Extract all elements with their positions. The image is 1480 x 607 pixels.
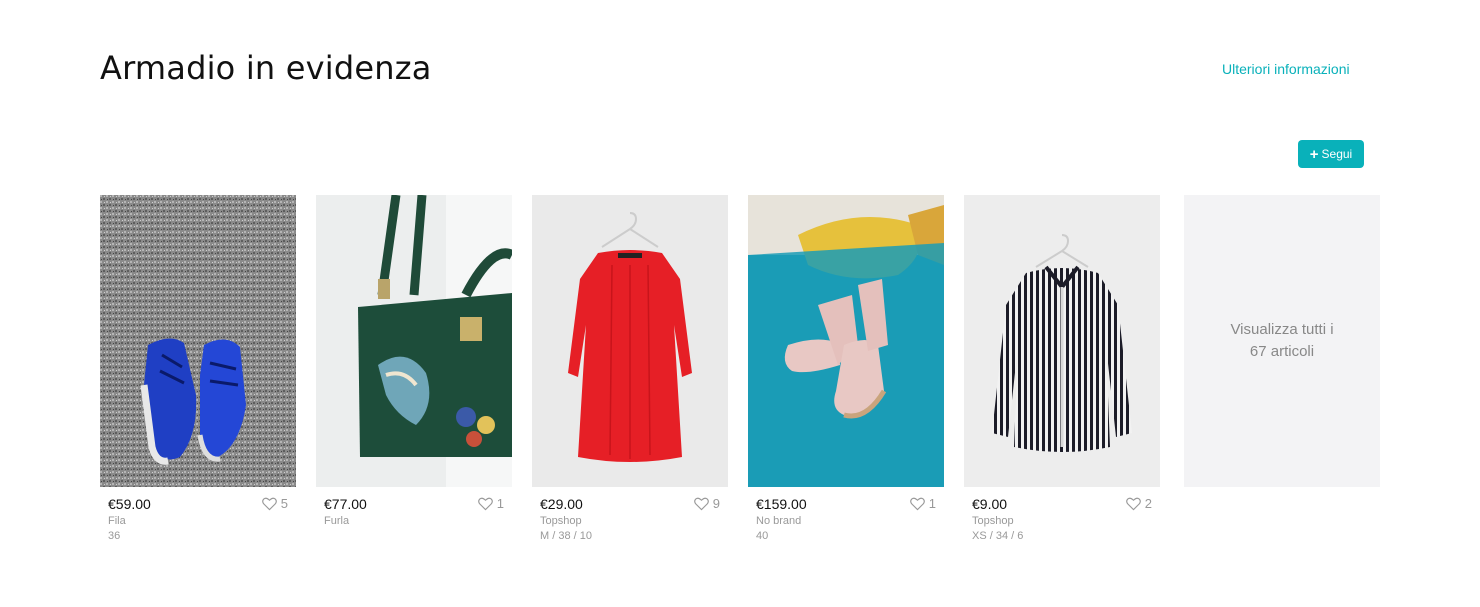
see-all-items-tile[interactable]: Visualizza tutti i 67 articoli bbox=[1184, 195, 1380, 487]
favourite-count: 5 bbox=[280, 496, 288, 511]
item-photo[interactable] bbox=[532, 195, 728, 487]
item-card[interactable]: €29.00 9 Topshop M / 38 / 10 bbox=[532, 195, 728, 542]
heart-icon bbox=[261, 497, 277, 510]
heart-icon bbox=[909, 497, 925, 510]
item-card[interactable]: €159.00 1 No brand 40 bbox=[748, 195, 944, 542]
item-size: XS / 34 / 6 bbox=[972, 530, 1024, 542]
item-photo[interactable] bbox=[748, 195, 944, 487]
item-photo[interactable] bbox=[100, 195, 296, 487]
item-meta: €29.00 9 Topshop M / 38 / 10 bbox=[532, 487, 728, 542]
heart-icon bbox=[693, 497, 709, 510]
item-brand: Furla bbox=[324, 515, 350, 527]
favourite-button[interactable]: 1 bbox=[477, 496, 504, 511]
follow-label: Segui bbox=[1321, 147, 1353, 161]
item-brand: Topshop bbox=[540, 515, 582, 527]
item-size: M / 38 / 10 bbox=[540, 530, 592, 542]
item-meta: €159.00 1 No brand 40 bbox=[748, 487, 944, 542]
favourite-button[interactable]: 2 bbox=[1125, 496, 1152, 511]
favourite-button[interactable]: 1 bbox=[909, 496, 936, 511]
plus-icon: + bbox=[1309, 145, 1319, 163]
favourite-button[interactable]: 5 bbox=[261, 496, 288, 511]
item-meta: €59.00 5 Fila 36 bbox=[100, 487, 296, 542]
item-meta: €77.00 1 Furla bbox=[316, 487, 512, 527]
item-size: 40 bbox=[756, 530, 769, 542]
heart-icon bbox=[1125, 497, 1141, 510]
item-meta: €9.00 2 Topshop XS / 34 / 6 bbox=[964, 487, 1160, 542]
see-all-line2: 67 articoli bbox=[1249, 343, 1315, 360]
item-card[interactable]: €59.00 5 Fila 36 bbox=[100, 195, 296, 542]
item-card[interactable]: €77.00 1 Furla bbox=[316, 195, 512, 530]
item-size: 36 bbox=[108, 530, 121, 542]
item-card[interactable]: €9.00 2 Topshop XS / 34 / 6 bbox=[964, 195, 1160, 542]
more-info-link[interactable]: Ulteriori informazioni bbox=[1222, 61, 1350, 77]
favourite-count: 1 bbox=[928, 496, 936, 511]
item-brand: Topshop bbox=[972, 515, 1014, 527]
section-title: Armadio in evidenza bbox=[100, 49, 432, 87]
favourite-button[interactable]: 9 bbox=[693, 496, 720, 511]
heart-icon bbox=[477, 497, 493, 510]
follow-button[interactable]: + Segui bbox=[1298, 140, 1364, 168]
see-all-line1: Visualizza tutti i bbox=[1230, 321, 1334, 338]
item-photo[interactable] bbox=[964, 195, 1160, 487]
favourite-count: 1 bbox=[496, 496, 504, 511]
item-brand: No brand bbox=[756, 515, 802, 527]
favourite-count: 9 bbox=[712, 496, 720, 511]
item-photo[interactable] bbox=[316, 195, 512, 487]
item-brand: Fila bbox=[108, 515, 126, 527]
favourite-count: 2 bbox=[1144, 496, 1152, 511]
